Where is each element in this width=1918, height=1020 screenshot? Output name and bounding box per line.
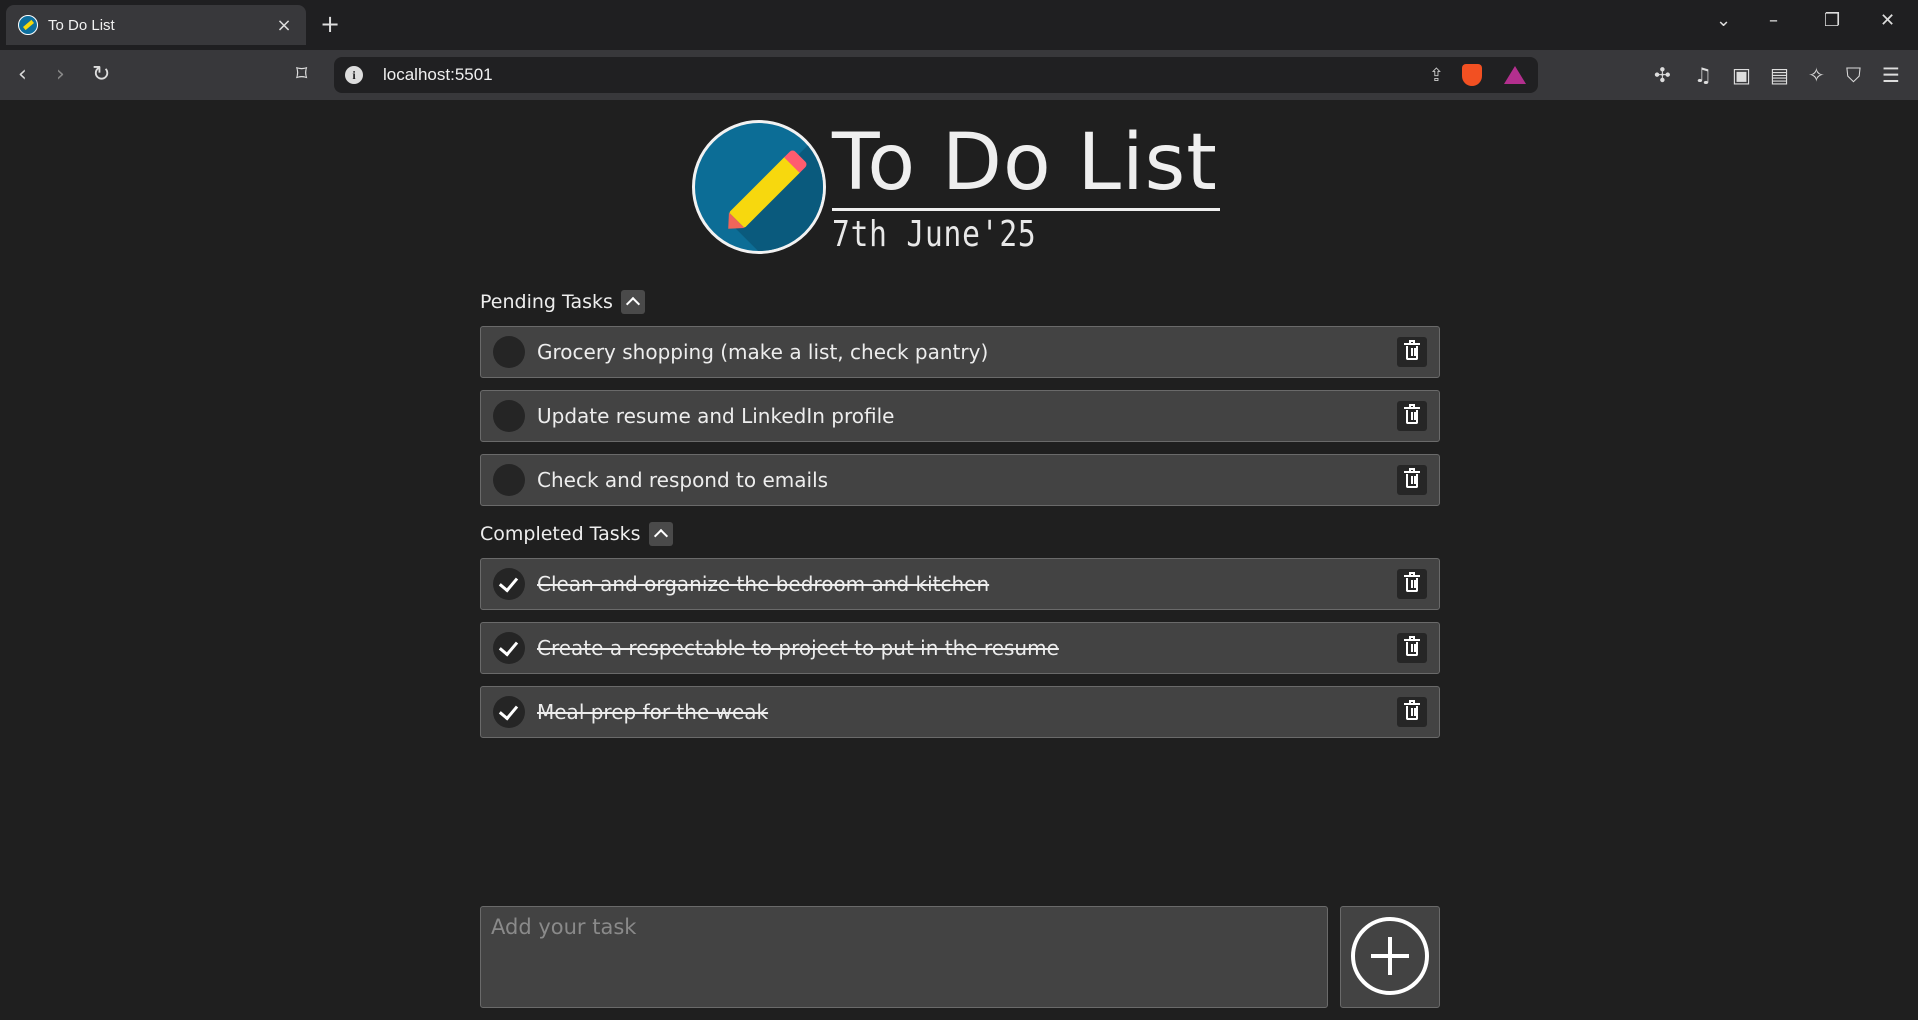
completed-list: Clean and organize the bedroom and kitch…	[480, 558, 1440, 738]
pending-section: Pending Tasks	[480, 288, 1440, 316]
share-icon[interactable]: ⇪	[1429, 65, 1444, 86]
favicon-icon	[18, 15, 38, 35]
plus-circle-icon	[1351, 917, 1429, 995]
task-checkbox[interactable]	[493, 464, 525, 496]
page-body: To Do List 7th June'25 Pending Tasks Gro…	[0, 100, 1918, 1020]
window-close-icon[interactable]: ✕	[1880, 10, 1895, 31]
url-text[interactable]: localhost:5501	[383, 65, 1429, 85]
trash-icon	[1404, 700, 1420, 705]
pending-task-item: Update resume and LinkedIn profile	[480, 390, 1440, 442]
task-text: Create a respectable to project to put i…	[537, 636, 1059, 660]
pending-heading-label: Pending Tasks	[480, 291, 613, 313]
leo-ai-icon[interactable]: ✧	[1808, 63, 1825, 87]
add-task-input[interactable]	[480, 906, 1328, 1008]
add-task-button[interactable]	[1340, 906, 1440, 1008]
completed-heading: Completed Tasks	[480, 520, 1440, 548]
tab-title: To Do List	[48, 16, 115, 34]
delete-task-button[interactable]	[1397, 337, 1427, 367]
trash-icon	[1404, 404, 1420, 409]
trash-icon	[1404, 636, 1420, 641]
task-checked-icon[interactable]	[493, 696, 525, 728]
wallet-icon[interactable]: ▤	[1770, 63, 1789, 87]
delete-task-button[interactable]	[1397, 697, 1427, 727]
pending-list: Grocery shopping (make a list, check pan…	[480, 326, 1440, 506]
restore-icon[interactable]: ❐	[1824, 10, 1840, 31]
extensions-icon[interactable]: ✣	[1654, 63, 1671, 87]
menu-icon[interactable]: ☰	[1882, 63, 1900, 87]
app-date: 7th June'25	[832, 214, 1037, 255]
task-text: Grocery shopping (make a list, check pan…	[537, 340, 989, 364]
reload-icon[interactable]: ↻	[92, 62, 110, 87]
brave-rewards-icon[interactable]	[1504, 66, 1526, 84]
media-icon[interactable]: ♫	[1694, 63, 1712, 87]
collapse-completed-chevron-icon[interactable]	[648, 522, 673, 546]
pending-task-item: Check and respond to emails	[480, 454, 1440, 506]
task-text: Check and respond to emails	[537, 468, 829, 492]
task-checked-icon[interactable]	[493, 632, 525, 664]
address-bar[interactable]: i localhost:5501 ⇪	[334, 57, 1538, 93]
delete-task-button[interactable]	[1397, 465, 1427, 495]
task-text: Update resume and LinkedIn profile	[537, 404, 895, 428]
completed-section: Completed Tasks	[480, 520, 1440, 548]
task-checked-icon[interactable]	[493, 568, 525, 600]
delete-task-button[interactable]	[1397, 633, 1427, 663]
task-text: Meal prep for the weak	[537, 700, 769, 724]
browser-tab-bar: To Do List × + ⌄ – ❐ ✕	[0, 0, 1918, 50]
browser-tab[interactable]: To Do List ×	[6, 5, 306, 45]
bookmark-icon[interactable]: ⌑	[296, 62, 307, 87]
completed-task-item: Clean and organize the bedroom and kitch…	[480, 558, 1440, 610]
new-tab-icon[interactable]: +	[320, 11, 340, 37]
vpn-icon[interactable]: ⛉	[1846, 63, 1861, 87]
delete-task-button[interactable]	[1397, 401, 1427, 431]
completed-task-item: Meal prep for the weak	[480, 686, 1440, 738]
sidebar-icon[interactable]: ▣	[1732, 63, 1751, 87]
completed-heading-label: Completed Tasks	[480, 523, 641, 545]
trash-icon	[1404, 572, 1420, 577]
pending-heading: Pending Tasks	[480, 288, 1440, 316]
app-header: To Do List 7th June'25	[692, 118, 1232, 258]
trash-icon	[1404, 468, 1420, 473]
tab-list-chevron-icon[interactable]: ⌄	[1716, 10, 1731, 31]
site-info-icon[interactable]: i	[345, 66, 363, 84]
task-checkbox[interactable]	[493, 400, 525, 432]
pencil-logo-icon	[692, 120, 826, 254]
delete-task-button[interactable]	[1397, 569, 1427, 599]
task-checkbox[interactable]	[493, 336, 525, 368]
trash-icon	[1404, 340, 1420, 345]
forward-icon[interactable]: ›	[56, 62, 65, 87]
brave-shields-icon[interactable]	[1462, 64, 1482, 86]
app-title: To Do List	[832, 118, 1220, 211]
minimize-icon[interactable]: –	[1769, 10, 1778, 31]
back-icon[interactable]: ‹	[18, 62, 27, 87]
task-text: Clean and organize the bedroom and kitch…	[537, 572, 990, 596]
collapse-pending-chevron-icon[interactable]	[620, 290, 645, 314]
tab-close-icon[interactable]: ×	[274, 15, 294, 36]
completed-task-item: Create a respectable to project to put i…	[480, 622, 1440, 674]
pending-task-item: Grocery shopping (make a list, check pan…	[480, 326, 1440, 378]
